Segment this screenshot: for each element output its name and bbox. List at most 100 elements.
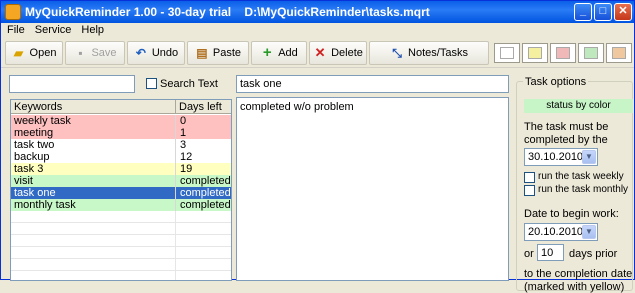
days-prior-label: days prior xyxy=(569,248,618,260)
table-row[interactable]: task two 3 xyxy=(11,139,231,151)
table-row[interactable]: monthly task completed xyxy=(11,199,231,211)
window-title: MyQuickReminder 1.00 - 30-day trial D:\M… xyxy=(25,5,430,19)
folder-icon: ▰ xyxy=(13,46,24,60)
keywords-column-header[interactable]: Keywords xyxy=(11,100,176,114)
due-date-value: 30.10.2010 xyxy=(528,151,584,163)
task-notes-memo[interactable]: completed w/o problem xyxy=(236,97,509,281)
empty-row xyxy=(11,259,231,271)
table-row[interactable]: meeting 1 xyxy=(11,127,231,139)
keyword-cell: task one xyxy=(14,187,56,199)
days-prior-input[interactable] xyxy=(537,244,564,261)
days-left-cell: completed xyxy=(180,175,231,187)
begin-date-picker[interactable]: 20.10.2010 ▼ xyxy=(524,223,598,241)
add-button[interactable]: + Add xyxy=(251,41,307,65)
column-separator xyxy=(175,187,176,199)
open-button[interactable]: ▰ Open xyxy=(5,41,63,65)
table-row[interactable]: task one completed xyxy=(11,187,231,199)
menu-file[interactable]: File xyxy=(1,23,29,36)
notes-tasks-button[interactable]: ⤡ Notes/Tasks xyxy=(369,41,489,65)
column-separator xyxy=(175,199,176,211)
paste-button[interactable]: ▤ Paste xyxy=(187,41,249,65)
close-button[interactable]: ✕ xyxy=(614,3,632,21)
search-input[interactable] xyxy=(9,75,135,93)
grid-header: Keywords Days left xyxy=(11,100,231,114)
swap-arrows-icon: ⤡ xyxy=(392,46,402,60)
column-separator xyxy=(175,247,176,259)
clipboard-icon: ▤ xyxy=(196,46,208,60)
column-separator xyxy=(175,259,176,271)
keyword-cell: task two xyxy=(14,139,55,151)
delete-x-icon: ✕ xyxy=(314,45,326,60)
keyword-cell: weekly task xyxy=(14,115,71,127)
delete-button[interactable]: ✕ Delete xyxy=(309,41,367,65)
color-swatch-red[interactable] xyxy=(550,43,576,63)
begin-date-value: 20.10.2010 xyxy=(528,226,584,238)
color-swatch-white[interactable] xyxy=(494,43,520,63)
title-bar[interactable]: MyQuickReminder 1.00 - 30-day trial D:\M… xyxy=(1,1,634,23)
memo-text: completed w/o problem xyxy=(240,101,354,113)
days-left-cell: 1 xyxy=(180,127,187,139)
keyword-cell: meeting xyxy=(14,127,54,139)
empty-row xyxy=(11,247,231,259)
dropdown-arrow-icon[interactable]: ▼ xyxy=(582,150,596,164)
color-swatch-orange[interactable] xyxy=(606,43,632,63)
due-date-picker[interactable]: 30.10.2010 ▼ xyxy=(524,148,598,166)
status-by-color-badge: status by color xyxy=(524,99,633,113)
disk-icon: ▪ xyxy=(78,46,83,60)
minimize-button[interactable]: _ xyxy=(574,3,592,21)
table-row[interactable]: backup 12 xyxy=(11,151,231,163)
search-text-label: Search Text xyxy=(160,78,218,90)
task-title-input[interactable] xyxy=(236,75,509,93)
days-left-cell: 19 xyxy=(180,163,193,175)
monthly-label: run the task monthly xyxy=(538,184,629,195)
column-separator xyxy=(175,127,176,139)
days-left-cell: 12 xyxy=(180,151,193,163)
task-options-title: Task options xyxy=(523,76,589,88)
maximize-button[interactable]: □ xyxy=(594,3,612,21)
table-row[interactable]: task 3 19 xyxy=(11,163,231,175)
days-left-cell: 3 xyxy=(180,139,187,151)
table-row[interactable]: weekly task 0 xyxy=(11,115,231,127)
empty-row xyxy=(11,223,231,235)
color-swatch-yellow[interactable] xyxy=(522,43,548,63)
days-left-cell: completed xyxy=(180,199,231,211)
column-separator xyxy=(175,211,176,223)
app-icon xyxy=(5,4,21,20)
search-text-checkbox[interactable] xyxy=(146,78,157,89)
keyword-cell: backup xyxy=(14,151,50,163)
days-left-cell: 0 xyxy=(180,115,187,127)
to-completion-label: to the completion date xyxy=(524,268,633,280)
task-grid[interactable]: Keywords Days left weekly task 0 meeting 1 t… xyxy=(10,99,232,281)
weekly-label: run the task weekly xyxy=(538,171,624,182)
keyword-cell: task 3 xyxy=(14,163,44,175)
menu-help[interactable]: Help xyxy=(75,23,108,36)
begin-work-label: Date to begin work: xyxy=(524,208,619,220)
or-label: or xyxy=(524,248,534,260)
plus-icon: + xyxy=(262,44,272,61)
column-separator xyxy=(175,235,176,247)
empty-row xyxy=(11,211,231,223)
column-separator xyxy=(175,151,176,163)
keyword-cell: visit xyxy=(14,175,33,187)
save-button[interactable]: ▪ Save xyxy=(65,41,125,65)
task-options-panel: Task options status by color The task mu… xyxy=(513,75,635,293)
undo-button[interactable]: ↶ Undo xyxy=(127,41,185,65)
color-swatch-green[interactable] xyxy=(578,43,604,63)
app-window: MyQuickReminder 1.00 - 30-day trial D:\M… xyxy=(0,0,635,293)
days-left-column-header[interactable]: Days left xyxy=(176,100,231,114)
keyword-cell: monthly task xyxy=(14,199,76,211)
dropdown-arrow-icon[interactable]: ▼ xyxy=(582,225,596,239)
toolbar: ▰ Open ▪ Save ↶ Undo ▤ Paste + Add ✕ Del… xyxy=(1,38,634,68)
column-separator xyxy=(175,163,176,175)
empty-row xyxy=(11,235,231,247)
weekly-checkbox[interactable] xyxy=(524,172,535,183)
undo-icon: ↶ xyxy=(135,46,146,60)
column-separator xyxy=(175,139,176,151)
column-separator xyxy=(175,115,176,127)
menu-bar: File Service Help xyxy=(1,23,634,38)
column-separator xyxy=(175,223,176,235)
task-options-group: Task options status by color The task mu… xyxy=(516,76,633,293)
monthly-checkbox[interactable] xyxy=(524,185,535,196)
menu-service[interactable]: Service xyxy=(29,23,76,36)
table-row[interactable]: visit completed xyxy=(11,175,231,187)
